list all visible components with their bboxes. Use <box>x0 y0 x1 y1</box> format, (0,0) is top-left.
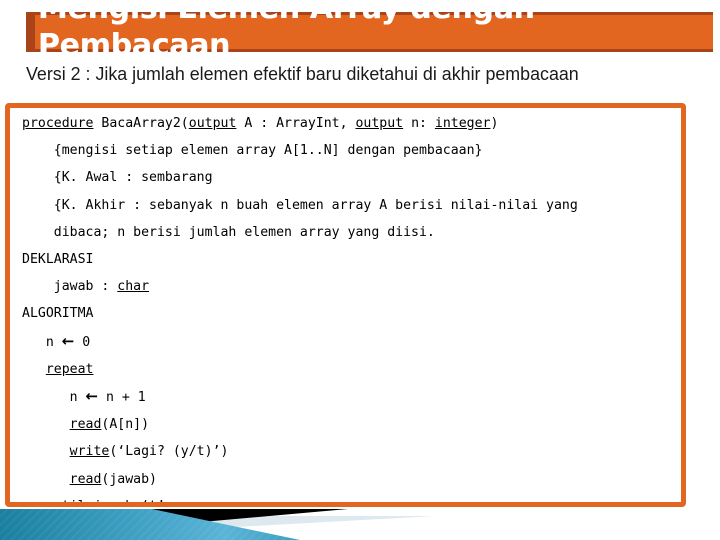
assign-arrow-icon: ← <box>61 331 75 350</box>
code-text: 0 <box>74 334 91 350</box>
code-keyword: procedure <box>22 116 94 131</box>
code-text: DEKLARASI <box>22 252 94 268</box>
line-n-incr: n ← n + 1 <box>22 383 679 411</box>
code-text: (jawab) <box>101 471 157 487</box>
code-keyword: until <box>45 498 86 507</box>
code-text: {mengisi setiap elemen array A[1..N] den… <box>53 143 483 159</box>
line-n-init: n ← 0 <box>22 328 679 356</box>
code-keyword: integer <box>434 116 491 131</box>
code-text: A : ArrayInt, <box>236 116 356 131</box>
bottom-decoration <box>0 507 720 540</box>
line-until: until jawab=‘t’ <box>22 493 679 507</box>
line-kakhir-1: {K. Akhir : sebanyak n buah elemen array… <box>22 192 679 219</box>
code-text: {K. Awal : sembarang <box>53 170 213 186</box>
line-write-lagi: write(‘Lagi? (y/t)’) <box>22 438 679 465</box>
line-deklarasi: DEKLARASI <box>22 246 679 273</box>
code-text: {K. Akhir : sebanyak n buah elemen array… <box>53 197 578 213</box>
code-keyword: output <box>355 116 404 131</box>
line-signature: procedure BacaArray2(output A : ArrayInt… <box>22 110 679 137</box>
code-keyword: write <box>69 444 110 460</box>
code-keyword: char <box>117 279 150 295</box>
code-text: ALGORITMA <box>22 306 94 322</box>
code-text: n: <box>403 116 435 131</box>
code-text: n <box>69 390 86 406</box>
code-text: n <box>45 334 62 350</box>
line-read-a: read(A[n]) <box>22 411 679 438</box>
code-text: jawab : <box>53 279 118 295</box>
slide-subtitle: Versi 2 : Jika jumlah elemen efektif bar… <box>26 63 579 84</box>
code-text: (‘Lagi? (y/t)’) <box>109 444 229 460</box>
pseudocode-box: procedure BacaArray2(output A : ArrayInt… <box>5 103 686 507</box>
line-read-jawab: read(jawab) <box>22 466 679 493</box>
code-text: dibaca; n berisi jumlah elemen array yan… <box>53 224 435 240</box>
line-kakhir-2: dibaca; n berisi jumlah elemen array yan… <box>22 219 679 246</box>
code-text: ) <box>490 116 499 131</box>
line-algoritma: ALGORITMA <box>22 300 679 327</box>
code-keyword: output <box>188 116 237 131</box>
line-jawab: jawab : char <box>22 273 679 300</box>
code-text: n + 1 <box>98 390 146 406</box>
code-text: (A[n]) <box>101 417 150 433</box>
code-keyword: read <box>69 417 102 433</box>
bottom-decoration-graphic <box>0 509 435 540</box>
code-keyword: repeat <box>45 361 94 377</box>
line-kawal: {K. Awal : sembarang <box>22 164 679 191</box>
line-spec-desc: {mengisi setiap elemen array A[1..N] den… <box>22 137 679 164</box>
code-keyword: read <box>69 471 102 487</box>
code-text: jawab=‘t’ <box>85 498 165 507</box>
page-title: Mengisi Elemen Array dengan Pembacaan <box>38 0 535 63</box>
pseudocode-lines: procedure BacaArray2(output A : ArrayInt… <box>22 110 679 507</box>
assign-arrow-icon: ← <box>85 387 99 406</box>
code-text: BacaArray2( <box>93 116 189 131</box>
line-repeat: repeat <box>22 356 679 383</box>
title-accent-bracket <box>26 12 35 52</box>
